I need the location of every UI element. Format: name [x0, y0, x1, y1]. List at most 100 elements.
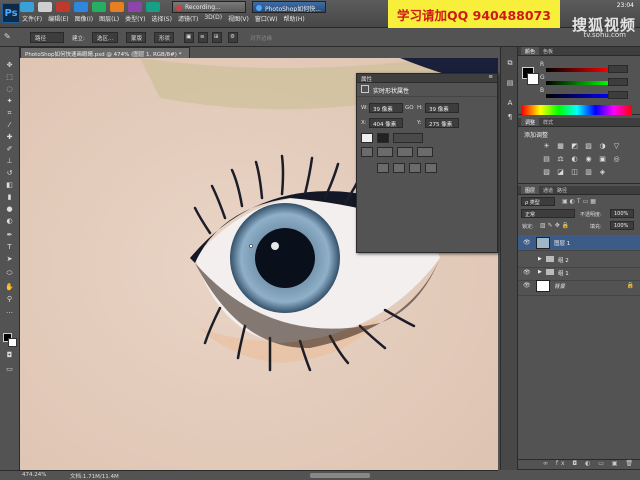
path-ops-icon[interactable]: ▣	[184, 32, 194, 43]
width-field[interactable]: 39 像素	[369, 103, 403, 113]
marquee-tool-icon[interactable]: ⬚	[4, 73, 15, 82]
menu-help[interactable]: 帮助(H)	[284, 14, 305, 23]
path-exclude-icon[interactable]	[425, 163, 437, 173]
shape-button[interactable]: 形状	[154, 32, 174, 43]
blur-tool-icon[interactable]: ●	[4, 205, 15, 214]
document-info[interactable]: 文档:1.71M/11.4M	[70, 472, 119, 480]
eraser-tool-icon[interactable]: ◧	[4, 181, 15, 190]
background-color-swatch[interactable]	[8, 338, 17, 347]
path-align-icon[interactable]: ≡	[198, 32, 208, 43]
menu-view[interactable]: 视图(V)	[228, 14, 249, 23]
tab-channels[interactable]: 通道	[543, 186, 553, 194]
document-tab[interactable]: PhotoShop如何快速画眼睛.psd @ 474% (图层 1, RGB/8…	[20, 47, 190, 58]
path-subtract-icon[interactable]	[393, 163, 405, 173]
app-icon[interactable]	[56, 2, 70, 12]
blend-mode-select[interactable]: 正常	[521, 209, 575, 218]
levels-icon[interactable]: ▦	[556, 142, 565, 151]
menu-file[interactable]: 文件(F)	[22, 14, 42, 23]
move-tool-icon[interactable]: ✥	[4, 61, 15, 70]
stroke-width-field[interactable]	[393, 133, 423, 143]
exposure-icon[interactable]: ▨	[584, 142, 593, 151]
color-lookup-icon[interactable]: ◎	[612, 155, 621, 164]
app-icon[interactable]	[110, 2, 124, 12]
path-combine-icon[interactable]	[377, 163, 389, 173]
app-icon[interactable]	[92, 2, 106, 12]
menu-edit[interactable]: 编辑(E)	[48, 14, 68, 23]
menu-select[interactable]: 选择(S)	[151, 14, 172, 23]
threshold-icon[interactable]: ◫	[570, 168, 579, 177]
dodge-tool-icon[interactable]: ◐	[4, 217, 15, 226]
layers-footer-buttons[interactable]: ∞ fx ◘ ◐ ▭ ▣ 🗑	[518, 459, 640, 469]
path-select-tool-icon[interactable]: ➤	[4, 255, 15, 264]
app-icon[interactable]	[38, 2, 52, 12]
menu-image[interactable]: 图像(I)	[75, 14, 93, 23]
fill-swatch[interactable]	[361, 133, 373, 143]
color-spectrum[interactable]	[522, 105, 632, 115]
gradient-map-triangle-icon[interactable]: ▽	[612, 142, 621, 151]
height-field[interactable]: 39 像素	[425, 103, 459, 113]
visibility-eye-icon[interactable]: 👁	[523, 239, 531, 246]
layer-name[interactable]: 组 1	[558, 269, 569, 277]
mode-select[interactable]: 路径	[30, 32, 64, 43]
quick-select-tool-icon[interactable]: ✦	[4, 97, 15, 106]
stroke-type-select[interactable]	[361, 147, 373, 157]
healing-tool-icon[interactable]: ✚	[4, 133, 15, 142]
menu-3d[interactable]: 3D(D)	[204, 14, 222, 23]
posterize-icon[interactable]: ◪	[556, 168, 565, 177]
red-slider[interactable]	[546, 68, 610, 72]
invert-icon[interactable]: ▧	[542, 168, 551, 177]
mask-button[interactable]: 蒙版	[126, 32, 146, 43]
visibility-eye-icon[interactable]: 👁	[523, 282, 531, 289]
brightness-icon[interactable]: ☀	[542, 142, 551, 151]
tab-adjustments[interactable]: 调整	[521, 118, 540, 126]
gradient-tool-icon[interactable]: ▮	[4, 193, 15, 202]
vibrance-icon[interactable]: ◑	[598, 142, 607, 151]
stroke-corner-select[interactable]	[417, 147, 433, 157]
red-value[interactable]	[608, 65, 628, 73]
layer-name[interactable]: 图层 1	[554, 239, 570, 247]
y-field[interactable]: 275 像素	[425, 118, 459, 128]
expand-arrow-icon[interactable]: ▶	[538, 269, 542, 275]
menu-window[interactable]: 窗口(W)	[255, 14, 278, 23]
gear-icon[interactable]: ⚙	[228, 32, 238, 43]
tab-color[interactable]: 颜色	[521, 47, 540, 55]
blue-slider[interactable]	[546, 94, 610, 98]
properties-panel-header[interactable]: 属性 ≡	[357, 74, 497, 83]
layer-filter-select[interactable]: ρ 类型	[521, 197, 555, 206]
crop-tool-icon[interactable]: ⌗	[4, 109, 15, 118]
history-icon[interactable]: ⧉	[505, 59, 515, 69]
stroke-swatch[interactable]	[377, 133, 389, 143]
selective-color-icon[interactable]: ◈	[598, 168, 607, 177]
tab-styles[interactable]: 样式	[543, 118, 553, 126]
layer-name[interactable]: 背景	[554, 282, 565, 290]
app-icon[interactable]	[128, 2, 142, 12]
black-white-icon[interactable]: ◐	[570, 155, 579, 164]
pen-tool-icon[interactable]: ✒	[4, 231, 15, 240]
tab-layers[interactable]: 图层	[521, 186, 540, 194]
path-arrange-icon[interactable]: ⊞	[212, 32, 222, 43]
layer-row[interactable]: 👁 背景 🔒	[518, 278, 640, 296]
more-tools-icon[interactable]: …	[4, 307, 15, 316]
expand-arrow-icon[interactable]: ▶	[538, 256, 542, 262]
quick-mask-icon[interactable]: ◘	[4, 351, 15, 360]
tab-swatches[interactable]: 色板	[543, 47, 553, 55]
character-icon[interactable]: A	[505, 99, 515, 109]
gradient-map-icon[interactable]: ▥	[584, 168, 593, 177]
paragraph-icon[interactable]: ¶	[505, 113, 515, 123]
link-icon[interactable]: GO	[405, 105, 414, 111]
properties-icon[interactable]: ▤	[505, 79, 515, 89]
channel-mixer-icon[interactable]: ▣	[598, 155, 607, 164]
menu-layer[interactable]: 图层(L)	[99, 14, 119, 23]
opacity-field[interactable]: 100%	[610, 209, 634, 218]
photo-filter-icon[interactable]: ◉	[584, 155, 593, 164]
horizontal-scrollbar-thumb[interactable]	[310, 473, 370, 478]
zoom-tool-icon[interactable]: ⚲	[4, 295, 15, 304]
green-value[interactable]	[608, 78, 628, 86]
color-balance-icon[interactable]: ⚖	[556, 155, 565, 164]
lock-icons[interactable]: ▨✎✥🔒	[540, 222, 571, 229]
app-icon[interactable]	[74, 2, 88, 12]
x-field[interactable]: 404 像素	[369, 118, 403, 128]
brush-tool-icon[interactable]: ✐	[4, 145, 15, 154]
visibility-eye-icon[interactable]: 👁	[523, 269, 531, 276]
stroke-caps-select[interactable]	[397, 147, 413, 157]
